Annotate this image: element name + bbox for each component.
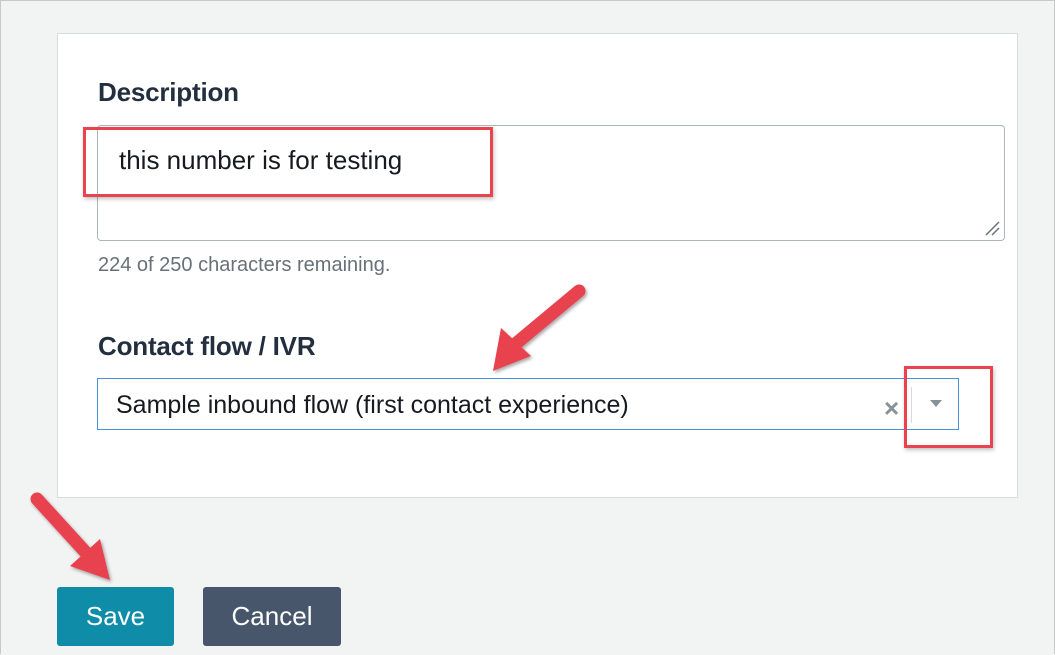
dropdown-highlight-box [904, 366, 993, 448]
cancel-button[interactable]: Cancel [203, 587, 341, 646]
save-button[interactable]: Save [57, 587, 174, 646]
close-icon[interactable]: × [884, 394, 899, 422]
red-arrow-icon [30, 492, 110, 580]
description-label: Description [98, 77, 239, 107]
contact-flow-selected-value: Sample inbound flow (first contact exper… [116, 391, 629, 419]
description-highlight-box [83, 127, 493, 197]
character-count: 224 of 250 characters remaining. [98, 254, 391, 276]
resize-handle-icon[interactable] [984, 220, 1000, 236]
contact-flow-label: Contact flow / IVR [98, 331, 316, 361]
